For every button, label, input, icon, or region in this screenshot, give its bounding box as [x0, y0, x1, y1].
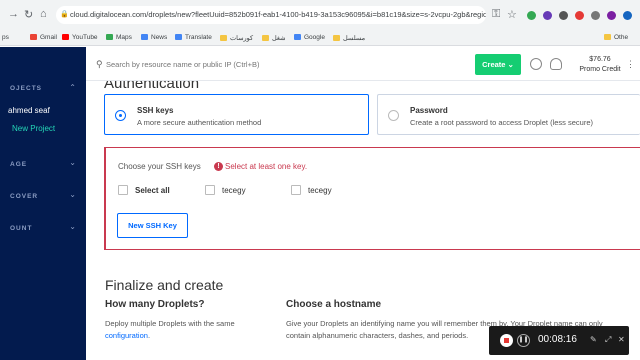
edit-icon[interactable]: ✎	[590, 335, 597, 344]
projects-heading: OJECTS	[10, 85, 43, 92]
error-icon: !	[214, 162, 223, 171]
star-icon[interactable]: ☆	[507, 8, 517, 21]
chevron-down-icon[interactable]: ⌄	[69, 222, 76, 231]
error-message: Select at least one key.	[225, 162, 308, 171]
create-button[interactable]: Create ⌄	[475, 54, 521, 75]
account-heading[interactable]: OUNT	[10, 225, 32, 232]
main-content: Authentication SSH keys A more secure au…	[86, 81, 640, 360]
bookmark-google[interactable]: Google	[294, 34, 325, 41]
screen-recorder-widget: ❚❚ 00:08:16 ✎ ⤢ ✕	[489, 326, 629, 355]
promo-credit[interactable]: $76.76 Promo Credit	[578, 55, 622, 75]
bookmark-maps[interactable]: Maps	[106, 34, 132, 41]
section-title-authentication: Authentication	[104, 81, 200, 92]
bell-icon[interactable]	[550, 58, 562, 70]
radio-password[interactable]	[388, 110, 399, 121]
balance-amount: $76.76	[589, 56, 611, 63]
auth-option-ssh-keys[interactable]: SSH keys A more secure authentication me…	[104, 94, 369, 135]
bookmark-youtube[interactable]: YouTube	[62, 34, 98, 41]
section-title-finalize: Finalize and create	[105, 277, 224, 293]
extension-icon[interactable]	[607, 11, 616, 20]
search-icon: ⚲	[96, 59, 103, 69]
ssh-keys-panel: Choose your SSH keys ! Select at least o…	[104, 147, 640, 250]
more-icon[interactable]: ⋮	[626, 59, 635, 70]
sidebar-item-user-project[interactable]: ahmed seaf	[8, 106, 50, 115]
ssh-key-checkbox[interactable]	[291, 185, 301, 195]
ssh-key-checkbox[interactable]	[205, 185, 215, 195]
profile-avatar[interactable]	[623, 11, 632, 20]
bookmark-courses[interactable]: كورسات	[220, 34, 253, 42]
chevron-down-icon[interactable]: ⌄	[69, 158, 76, 167]
close-icon[interactable]: ✕	[618, 335, 625, 344]
bookmark-gmail[interactable]: Gmail	[30, 34, 57, 41]
extension-icon[interactable]	[543, 11, 552, 20]
camera-icon[interactable]	[559, 11, 568, 20]
select-all-label: Select all	[135, 186, 170, 195]
option-title: SSH keys	[137, 106, 174, 115]
droplets-count-description: Deploy multiple Droplets with the same c…	[105, 319, 235, 340]
search-input[interactable]	[106, 57, 386, 71]
select-all-checkbox[interactable]	[118, 185, 128, 195]
key-icon[interactable]: ⚿	[492, 8, 500, 21]
bookmark-translate[interactable]: Translate	[175, 34, 212, 41]
ssh-key-label: tecegy	[308, 186, 332, 195]
bookmark-work[interactable]: شغل	[262, 34, 286, 42]
address-bar[interactable]: 🔒 cloud.digitalocean.com/droplets/new?fl…	[56, 6, 486, 24]
extension-icon[interactable]	[575, 11, 584, 20]
bookmark-series[interactable]: مسلسل	[333, 34, 365, 42]
help-icon[interactable]	[530, 58, 542, 70]
droplets-count-heading: How many Droplets?	[105, 299, 205, 310]
option-description: Create a root password to access Droplet…	[410, 118, 593, 127]
bookmark-news[interactable]: News	[141, 34, 167, 41]
chevron-down-icon[interactable]: ⌄	[69, 190, 76, 199]
configuration-link[interactable]: configuration	[105, 331, 148, 340]
address-url: cloud.digitalocean.com/droplets/new?flee…	[70, 10, 486, 19]
sidebar: OJECTS ⌃ ahmed seaf New Project AGE ⌄ CO…	[0, 47, 86, 360]
new-ssh-key-button[interactable]: New SSH Key	[117, 213, 188, 238]
discover-heading[interactable]: COVER	[10, 193, 38, 200]
recording-time: 00:08:16	[538, 334, 577, 345]
auth-option-password[interactable]: Password Create a root password to acces…	[377, 94, 640, 135]
forward-icon[interactable]: →	[8, 8, 19, 20]
manage-heading[interactable]: AGE	[10, 161, 27, 168]
balance-label: Promo Credit	[579, 66, 621, 73]
bookmark-other[interactable]: Othe	[604, 34, 628, 41]
lock-icon: 🔒	[60, 11, 69, 18]
expand-icon[interactable]: ⤢	[605, 335, 611, 345]
extension-icon[interactable]	[591, 11, 600, 20]
reload-icon[interactable]: ↻	[24, 8, 33, 21]
hostname-heading: Choose a hostname	[286, 299, 382, 310]
stop-recording-button[interactable]	[500, 334, 513, 347]
bookmarks-bar: ps Gmail YouTube Maps News Translate كور…	[0, 30, 640, 46]
chevron-up-icon[interactable]: ⌃	[69, 83, 76, 92]
choose-keys-label: Choose your SSH keys	[118, 162, 201, 171]
bookmark-apps[interactable]: ps	[2, 34, 9, 41]
option-description: A more secure authentication method	[137, 118, 262, 127]
top-header: ⚲ Create ⌄ $76.76 Promo Credit ⋮	[86, 47, 640, 81]
new-project-link[interactable]: New Project	[12, 124, 55, 133]
browser-toolbar: → ↻ ⌂ 🔒 cloud.digitalocean.com/droplets/…	[0, 0, 640, 30]
ssh-key-label: tecegy	[222, 186, 246, 195]
pause-icon[interactable]: ❚❚	[517, 334, 530, 347]
radio-ssh-keys[interactable]	[115, 110, 126, 121]
home-icon[interactable]: ⌂	[40, 8, 47, 20]
extension-icon[interactable]	[527, 11, 536, 20]
option-title: Password	[410, 106, 448, 115]
